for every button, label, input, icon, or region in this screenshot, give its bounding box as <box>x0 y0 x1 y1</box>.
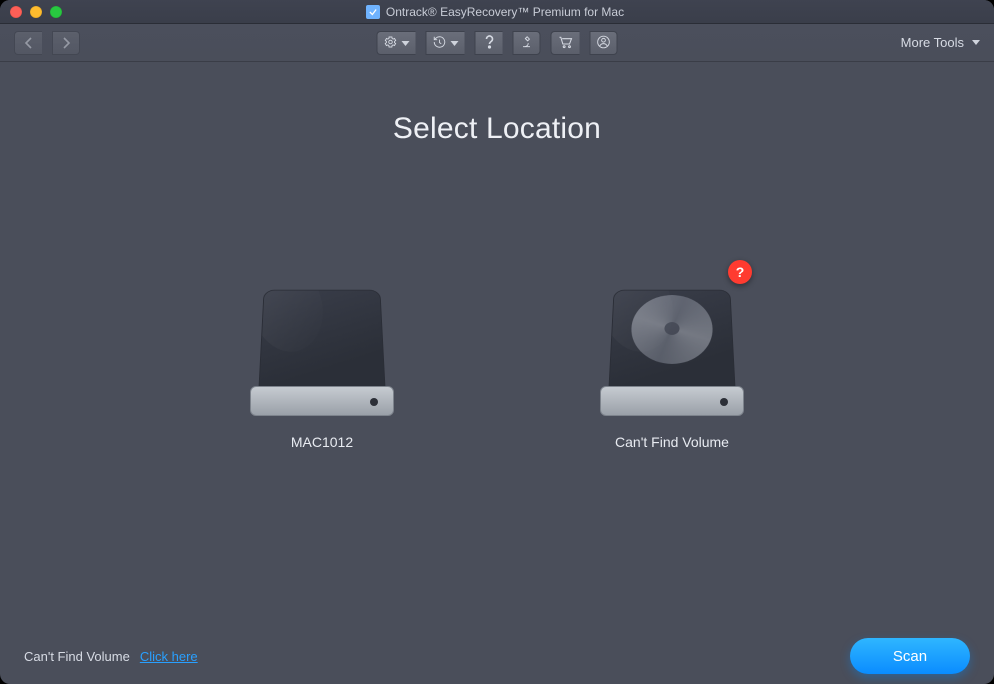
user-icon <box>597 35 611 52</box>
footer-hint-text: Can't Find Volume <box>24 649 130 664</box>
nav-seg <box>14 31 80 55</box>
click-here-link[interactable]: Click here <box>140 649 198 664</box>
purchase-button[interactable] <box>551 31 580 55</box>
history-icon <box>433 35 447 52</box>
main-area: Select Location MAC1012 ? Can't Find Vol… <box>0 62 994 628</box>
toolbar-center <box>377 28 618 58</box>
more-tools-label: More Tools <box>901 35 964 50</box>
chevron-down-icon <box>451 41 459 46</box>
deep-scan-button[interactable] <box>513 31 541 55</box>
chevron-down-icon <box>972 40 980 45</box>
titlebar: Ontrack® EasyRecovery™ Premium for Mac <box>0 0 994 24</box>
drive-card-mac1012[interactable]: MAC1012 <box>222 266 422 450</box>
app-title: Ontrack® EasyRecovery™ Premium for Mac <box>386 5 624 19</box>
drive-icon <box>248 266 396 416</box>
drive-icon: ? <box>598 266 746 416</box>
settings-button[interactable] <box>377 31 416 55</box>
app-window: Ontrack® EasyRecovery™ Premium for Mac <box>0 0 994 684</box>
fullscreen-window-button[interactable] <box>50 6 62 18</box>
nav-forward-button[interactable] <box>52 31 80 55</box>
history-button[interactable] <box>426 31 465 55</box>
microscope-icon <box>520 35 534 52</box>
window-controls <box>10 6 62 18</box>
drive-label: MAC1012 <box>291 434 353 450</box>
more-tools-menu[interactable]: More Tools <box>901 35 980 50</box>
minimize-window-button[interactable] <box>30 6 42 18</box>
question-badge-icon: ? <box>728 260 752 284</box>
scan-button[interactable]: Scan <box>850 638 970 674</box>
drive-card-cant-find-volume[interactable]: ? Can't Find Volume <box>572 266 772 450</box>
cart-icon <box>558 35 574 52</box>
help-icon <box>483 35 495 52</box>
title-center: Ontrack® EasyRecovery™ Premium for Mac <box>62 5 928 19</box>
close-window-button[interactable] <box>10 6 22 18</box>
footer: Can't Find Volume Click here Scan <box>0 628 994 684</box>
page-title: Select Location <box>393 112 601 146</box>
drive-list: MAC1012 ? Can't Find Volume <box>222 266 772 450</box>
chevron-down-icon <box>402 41 410 46</box>
account-button[interactable] <box>590 31 618 55</box>
drive-label: Can't Find Volume <box>615 434 729 450</box>
help-button[interactable] <box>475 31 503 55</box>
app-logo-icon <box>366 5 380 19</box>
toolbar: More Tools <box>0 24 994 62</box>
nav-back-button[interactable] <box>14 31 42 55</box>
gear-icon <box>384 35 398 52</box>
